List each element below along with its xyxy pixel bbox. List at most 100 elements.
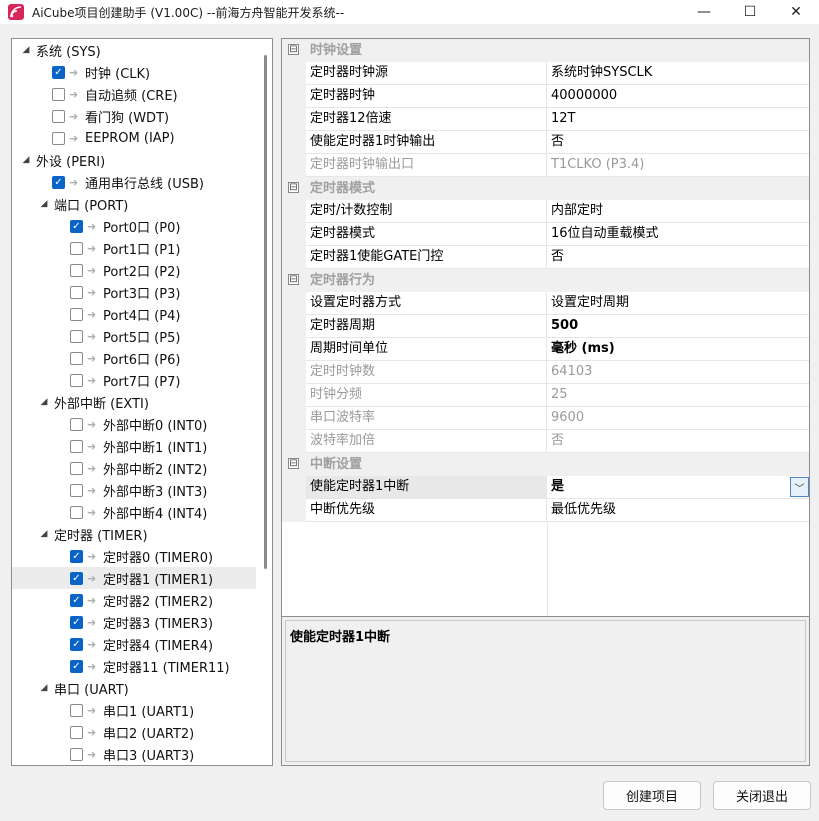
unchecked-checkbox[interactable]: [70, 417, 83, 431]
collapse-icon[interactable]: ⊟: [288, 274, 299, 285]
tree-item[interactable]: ◢ 外部中断 (EXTI): [12, 391, 256, 413]
unchecked-checkbox[interactable]: [70, 439, 83, 453]
checked-checkbox[interactable]: ✓: [70, 637, 83, 651]
unchecked-checkbox[interactable]: [70, 285, 83, 299]
unchecked-checkbox[interactable]: [52, 87, 65, 101]
property-row[interactable]: 使能定时器1中断是 ﹀: [282, 476, 809, 499]
unchecked-checkbox[interactable]: [70, 373, 83, 387]
tree-item[interactable]: ✓ ➜ 定时器4 (TIMER4): [12, 633, 256, 655]
unchecked-checkbox[interactable]: [70, 483, 83, 497]
property-value[interactable]: 否: [547, 131, 809, 154]
tree-item[interactable]: ➜ 外部中断3 (INT3): [12, 479, 256, 501]
tree-item[interactable]: ➜ EEPROM (IAP): [12, 127, 256, 149]
tree-item[interactable]: ➜ 串口2 (UART2): [12, 721, 256, 743]
property-row[interactable]: 定时/计数控制 内部定时: [282, 200, 809, 223]
tree-item[interactable]: ➜ 串口1 (UART1): [12, 699, 256, 721]
tree-item[interactable]: ◢ 系统 (SYS): [12, 39, 256, 61]
property-value[interactable]: 最低优先级: [547, 499, 809, 522]
property-value[interactable]: 否: [547, 246, 809, 269]
property-value[interactable]: 毫秒 (ms): [547, 338, 809, 361]
category-row[interactable]: ⊟ 定时器模式: [282, 177, 809, 200]
property-row[interactable]: 定时器时钟源 系统时钟SYSCLK: [282, 62, 809, 85]
dropdown-chevron-icon[interactable]: ﹀: [790, 477, 809, 497]
checked-checkbox[interactable]: ✓: [70, 571, 83, 585]
property-value[interactable]: 16位自动重载模式: [547, 223, 809, 246]
unchecked-checkbox[interactable]: [52, 131, 65, 145]
tree-item[interactable]: ➜ 外部中断0 (INT0): [12, 413, 256, 435]
tree-item[interactable]: ➜ Port5口 (P5): [12, 325, 256, 347]
tree-item[interactable]: ✓ ➜ 定时器3 (TIMER3): [12, 611, 256, 633]
property-row[interactable]: 定时器周期 500: [282, 315, 809, 338]
unchecked-checkbox[interactable]: [70, 329, 83, 343]
unchecked-checkbox[interactable]: [70, 703, 83, 717]
tree-item[interactable]: ◢ 外设 (PERI): [12, 149, 256, 171]
checked-checkbox[interactable]: ✓: [70, 659, 83, 673]
checked-checkbox[interactable]: ✓: [52, 175, 65, 189]
tree-item[interactable]: ➜ Port2口 (P2): [12, 259, 256, 281]
tree-item[interactable]: ✓ ➜ 通用串行总线 (USB): [12, 171, 256, 193]
close-exit-button[interactable]: 关闭退出: [713, 781, 811, 810]
property-grid[interactable]: ⊟ 时钟设置 定时器时钟源 系统时钟SYSCLK 定时器时钟 40000000 定时器12倍…: [281, 38, 810, 616]
expand-triangle-icon[interactable]: ◢: [20, 45, 32, 55]
tree-item[interactable]: ➜ Port4口 (P4): [12, 303, 256, 325]
tree-item[interactable]: ✓ ➜ 时钟 (CLK): [12, 61, 256, 83]
expand-triangle-icon[interactable]: ◢: [38, 529, 50, 539]
tree-item[interactable]: ➜ 看门狗 (WDT): [12, 105, 256, 127]
expand-triangle-icon[interactable]: ◢: [20, 155, 32, 165]
property-value[interactable]: 是: [547, 476, 809, 499]
property-value[interactable]: 设置定时周期: [547, 292, 809, 315]
collapse-icon[interactable]: ⊟: [288, 182, 299, 193]
unchecked-checkbox[interactable]: [70, 747, 83, 761]
property-row[interactable]: 定时器模式 16位自动重载模式: [282, 223, 809, 246]
checked-checkbox[interactable]: ✓: [52, 65, 65, 79]
checked-checkbox[interactable]: ✓: [70, 615, 83, 629]
tree-item[interactable]: ✓ ➜ 定时器1 (TIMER1): [12, 567, 256, 589]
property-row[interactable]: 定时器时钟 40000000: [282, 85, 809, 108]
unchecked-checkbox[interactable]: [70, 307, 83, 321]
tree-item[interactable]: ✓ ➜ 定时器0 (TIMER0): [12, 545, 256, 567]
property-row[interactable]: 使能定时器1时钟输出否: [282, 131, 809, 154]
tree-item[interactable]: ✓ ➜ 定时器11 (TIMER11): [12, 655, 256, 677]
tree-item[interactable]: ◢ 端口 (PORT): [12, 193, 256, 215]
tree-item[interactable]: ➜ 自动追频 (CRE): [12, 83, 256, 105]
property-row[interactable]: 设置定时器方式 设置定时周期: [282, 292, 809, 315]
unchecked-checkbox[interactable]: [70, 263, 83, 277]
property-row[interactable]: 定时器1使能GATE门控否: [282, 246, 809, 269]
tree-item[interactable]: ➜ 外部中断1 (INT1): [12, 435, 256, 457]
tree-item[interactable]: ➜ Port7口 (P7): [12, 369, 256, 391]
property-value[interactable]: 系统时钟SYSCLK: [547, 62, 809, 85]
checked-checkbox[interactable]: ✓: [70, 549, 83, 563]
category-row[interactable]: ⊟ 定时器行为: [282, 269, 809, 292]
tree-item[interactable]: ➜ Port3口 (P3): [12, 281, 256, 303]
collapse-icon[interactable]: ⊟: [288, 458, 299, 469]
property-value[interactable]: 12T: [547, 108, 809, 131]
tree-scrollbar[interactable]: [264, 55, 267, 569]
tree-item[interactable]: ◢ 定时器 (TIMER): [12, 523, 256, 545]
unchecked-checkbox[interactable]: [70, 725, 83, 739]
unchecked-checkbox[interactable]: [70, 461, 83, 475]
expand-triangle-icon[interactable]: ◢: [38, 683, 50, 693]
maximize-button[interactable]: ☐: [727, 0, 773, 24]
unchecked-checkbox[interactable]: [70, 505, 83, 519]
property-value[interactable]: 内部定时: [547, 200, 809, 223]
tree-item[interactable]: ➜ 外部中断2 (INT2): [12, 457, 256, 479]
tree-item[interactable]: ✓ ➜ 定时器2 (TIMER2): [12, 589, 256, 611]
property-value[interactable]: 500: [547, 315, 809, 338]
property-row[interactable]: 定时器12倍速 12T: [282, 108, 809, 131]
expand-triangle-icon[interactable]: ◢: [38, 397, 50, 407]
tree-item[interactable]: ➜ 串口3 (UART3): [12, 743, 256, 765]
create-project-button[interactable]: 创建项目: [603, 781, 701, 810]
property-row[interactable]: 中断优先级 最低优先级: [282, 499, 809, 522]
tree-item[interactable]: ➜ Port6口 (P6): [12, 347, 256, 369]
property-row[interactable]: 周期时间单位 毫秒 (ms): [282, 338, 809, 361]
collapse-icon[interactable]: ⊟: [288, 44, 299, 55]
minimize-button[interactable]: —: [681, 0, 727, 24]
peripheral-tree[interactable]: ◢ 系统 (SYS) ✓ ➜ 时钟 (CLK) ➜ 自动追频 (CRE) ➜ 看门狗 (WDT)…: [11, 38, 273, 766]
close-window-button[interactable]: ✕: [773, 0, 819, 24]
tree-item[interactable]: ✓ ➜ Port0口 (P0): [12, 215, 256, 237]
property-value[interactable]: 40000000: [547, 85, 809, 108]
checked-checkbox[interactable]: ✓: [70, 219, 83, 233]
tree-item[interactable]: ➜ 外部中断4 (INT4): [12, 501, 256, 523]
unchecked-checkbox[interactable]: [70, 241, 83, 255]
tree-item[interactable]: ➜ Port1口 (P1): [12, 237, 256, 259]
